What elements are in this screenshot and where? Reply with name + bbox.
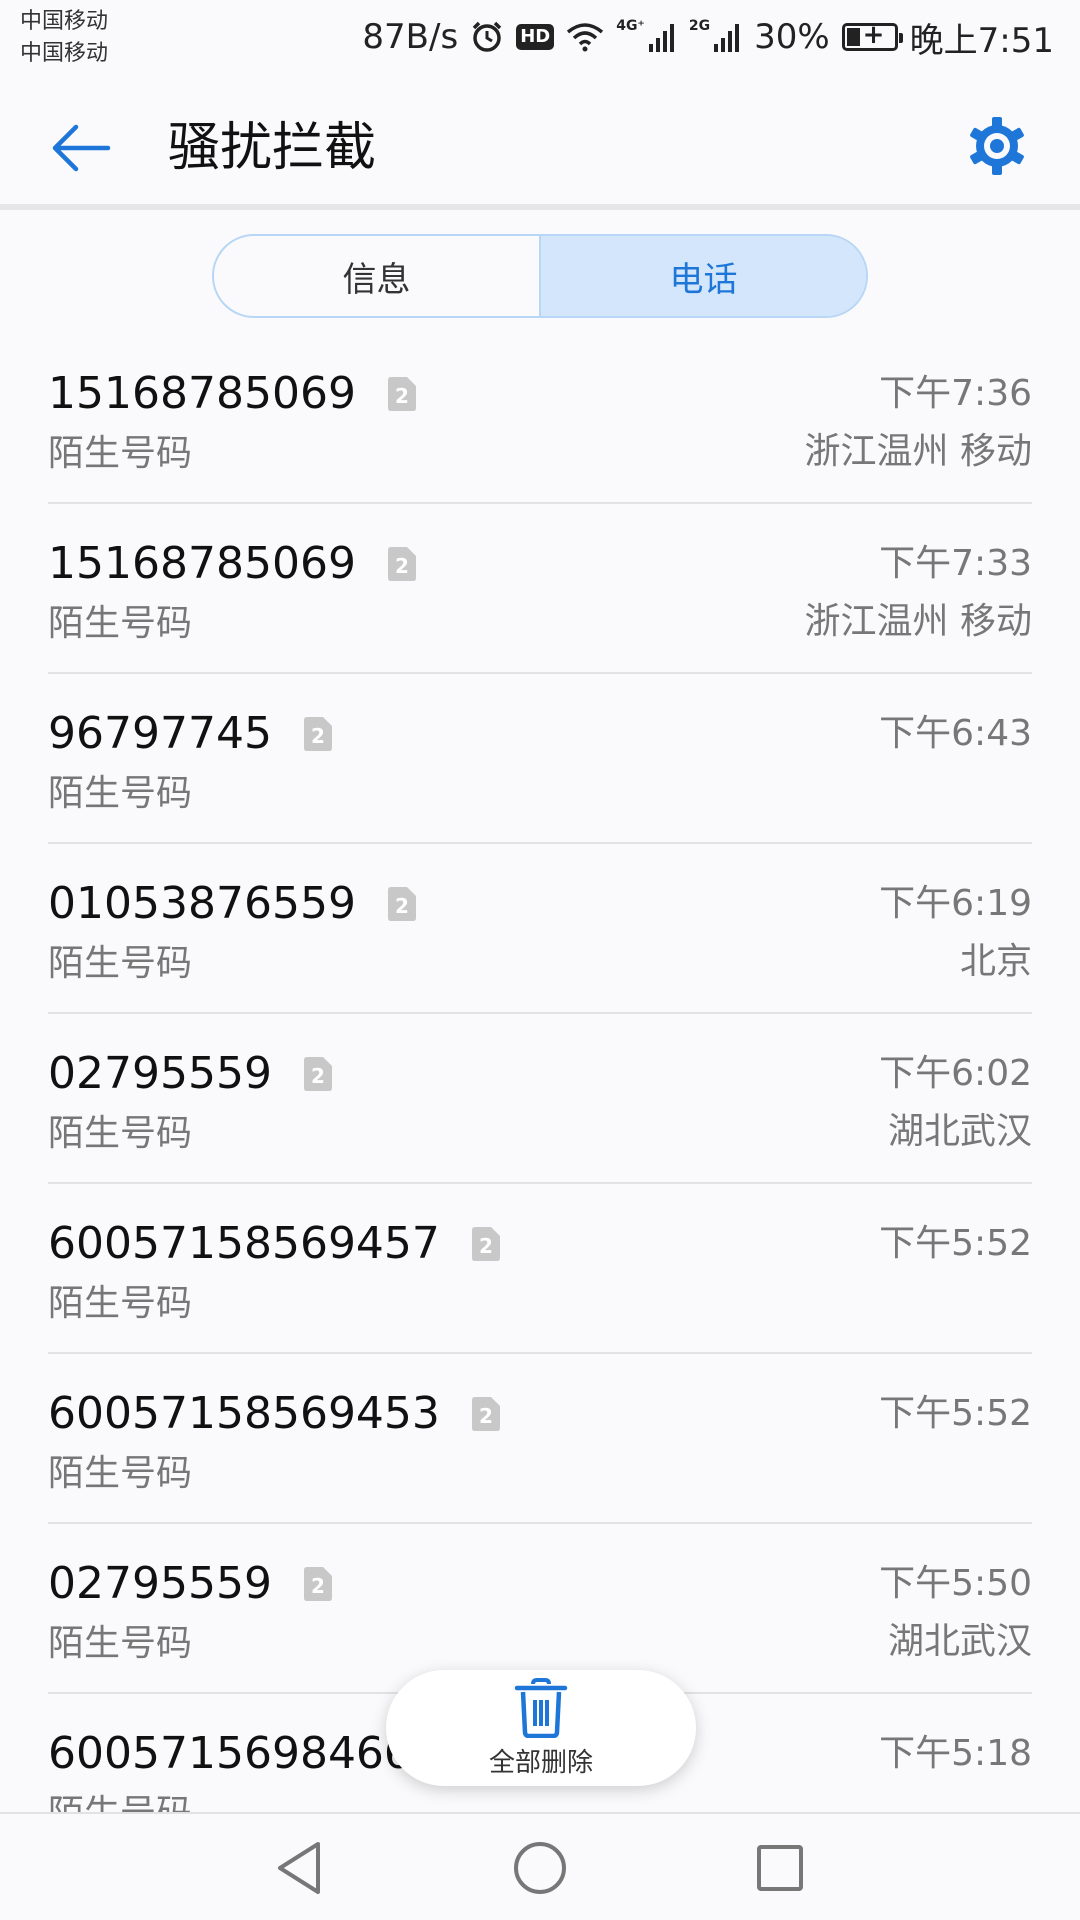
call-time: 下午5:18 — [879, 1733, 1032, 1774]
phone-number: 60057158569457 — [48, 1218, 440, 1269]
hd-badge: HD — [516, 24, 555, 50]
list-item[interactable]: 15168785069 2 陌生号码 下午7:36 浙江温州 移动 — [48, 334, 1032, 504]
phone-number: 96797745 — [48, 708, 272, 759]
alarm-icon — [470, 20, 504, 54]
status-indicators: 87B/s HD 4G⁺ 2G 30% + 晚上7:51 — [362, 12, 1054, 62]
sim-2-icon: 2 — [387, 887, 416, 921]
clock: 晚上7:51 — [909, 20, 1054, 61]
settings-button[interactable] — [962, 111, 1032, 181]
call-location: 湖北武汉 — [887, 1621, 1032, 1662]
list-item[interactable]: 60057158569457 2 陌生号码 下午5:52 — [48, 1184, 1032, 1354]
call-time: 下午7:33 — [879, 543, 1032, 584]
back-button[interactable] — [46, 113, 116, 183]
signal-icon-2 — [714, 22, 742, 52]
svg-text:2: 2 — [311, 1064, 325, 1088]
caller-label: 陌生号码 — [48, 943, 193, 984]
sim-2-icon: 2 — [303, 1567, 332, 1601]
carrier-1: 中国移动 — [20, 9, 109, 34]
call-location: 浙江温州 移动 — [804, 601, 1032, 642]
svg-text:2: 2 — [311, 1574, 325, 1598]
delete-all-button[interactable]: 全部删除 — [386, 1670, 696, 1786]
call-time: 下午5:52 — [879, 1223, 1032, 1264]
list-item[interactable]: 01053876559 2 陌生号码 下午6:19 北京 — [48, 844, 1032, 1014]
sim-2-icon: 2 — [303, 1057, 332, 1091]
signal-icon — [648, 22, 677, 52]
caller-label: 陌生号码 — [48, 1283, 193, 1324]
call-time: 下午6:02 — [879, 1053, 1032, 1094]
trash-icon — [514, 1677, 568, 1738]
blocked-call-list: 15168785069 2 陌生号码 下午7:36 浙江温州 移动 1516878… — [48, 334, 1032, 1812]
page-title: 骚扰拦截 — [168, 118, 377, 178]
sim-2-icon: 2 — [303, 717, 332, 751]
title-bar: 骚扰拦截 — [0, 75, 1080, 210]
call-time: 下午5:50 — [879, 1563, 1032, 1604]
caller-label: 陌生号码 — [48, 433, 193, 474]
sim-2-icon: 2 — [387, 377, 416, 411]
phone-number: 60057156984664 — [48, 1728, 440, 1779]
list-item[interactable]: 02795559 2 陌生号码 下午5:50 湖北武汉 — [48, 1524, 1032, 1694]
list-item[interactable]: 96797745 2 陌生号码 下午6:43 — [48, 674, 1032, 844]
tab-messages[interactable]: 信息 — [214, 236, 541, 316]
svg-text:2: 2 — [395, 554, 409, 578]
wifi-icon — [566, 22, 604, 52]
battery-icon: + — [841, 20, 903, 51]
phone-number: 60057158569453 — [48, 1388, 440, 1439]
svg-text:2: 2 — [395, 894, 409, 918]
nav-home-button[interactable] — [508, 1836, 572, 1900]
phone-number: 15168785069 — [48, 538, 356, 589]
nav-recents-button[interactable] — [748, 1836, 812, 1900]
nav-back-button[interactable] — [268, 1836, 332, 1900]
svg-text:2: 2 — [479, 1404, 493, 1428]
battery-percent: 30% — [754, 17, 830, 57]
caller-label: 陌生号码 — [48, 1113, 193, 1154]
status-bar: 中国移动 中国移动 87B/s HD 4G⁺ 2G 30% + 晚上7:51 — [0, 0, 1080, 75]
call-time: 下午6:43 — [879, 713, 1032, 754]
circle-home-icon — [514, 1842, 566, 1894]
call-time: 下午6:19 — [879, 883, 1032, 924]
network-type-1: 4G⁺ — [616, 18, 645, 34]
list-item[interactable]: 02795559 2 陌生号码 下午6:02 湖北武汉 — [48, 1014, 1032, 1184]
delete-all-label: 全部删除 — [488, 1747, 593, 1778]
list-item[interactable]: 60057158569453 2 陌生号码 下午5:52 — [48, 1354, 1032, 1524]
phone-number: 02795559 — [48, 1048, 272, 1099]
call-time: 下午5:52 — [879, 1393, 1032, 1434]
svg-text:2: 2 — [479, 1234, 493, 1258]
net-speed: 87B/s — [362, 17, 459, 57]
system-nav-bar — [0, 1812, 1080, 1920]
phone-number: 01053876559 — [48, 878, 356, 929]
sim-2-icon: 2 — [471, 1397, 500, 1431]
phone-number: 15168785069 — [48, 368, 356, 419]
gear-icon — [970, 117, 1024, 175]
network-type-2: 2G — [688, 18, 711, 34]
tab-calls[interactable]: 电话 — [541, 236, 866, 316]
call-location: 浙江温州 移动 — [804, 431, 1032, 472]
call-location: 湖北武汉 — [887, 1111, 1032, 1152]
arrow-left-icon — [52, 124, 111, 172]
svg-text:2: 2 — [395, 384, 409, 408]
carrier-2: 中国移动 — [20, 41, 109, 66]
sim-2-icon: 2 — [387, 547, 416, 581]
sim-2-icon: 2 — [471, 1227, 500, 1261]
triangle-back-icon — [278, 1842, 320, 1894]
caller-label: 陌生号码 — [48, 773, 193, 814]
carrier-info: 中国移动 中国移动 — [20, 6, 108, 70]
call-time: 下午7:36 — [879, 373, 1032, 414]
list-item[interactable]: 15168785069 2 陌生号码 下午7:33 浙江温州 移动 — [48, 504, 1032, 674]
caller-label: 陌生号码 — [48, 1453, 193, 1494]
segmented-tabs: 信息 电话 — [212, 234, 868, 318]
caller-label: 陌生号码 — [48, 1623, 193, 1664]
square-recents-icon — [757, 1845, 803, 1891]
phone-number: 02795559 — [48, 1558, 272, 1609]
svg-text:2: 2 — [311, 724, 325, 748]
caller-label: 陌生号码 — [48, 603, 193, 644]
call-location: 北京 — [959, 941, 1032, 982]
caller-label: 陌生号码 — [48, 1790, 192, 1812]
